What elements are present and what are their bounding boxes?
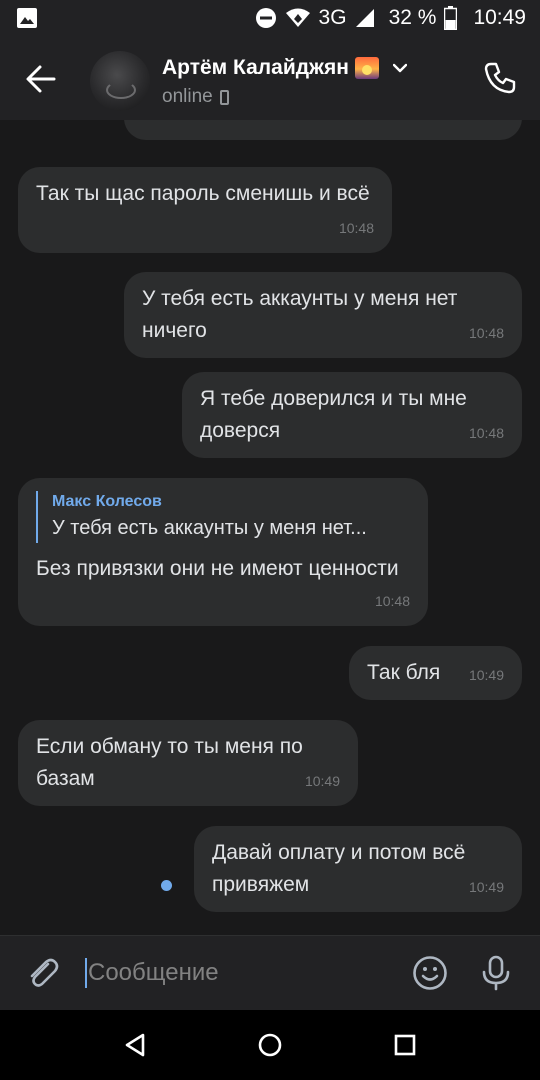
battery-percent: 32 % xyxy=(388,6,437,29)
clock: 10:49 xyxy=(473,6,526,29)
message-outgoing[interactable]: Давай оплату и потом всё привяжем 10:49 xyxy=(194,826,522,912)
message-time: 10:48 xyxy=(338,220,374,236)
contact-status: online xyxy=(162,86,229,108)
microphone-icon[interactable] xyxy=(478,954,514,992)
message-outgoing[interactable]: Так бля 10:49 xyxy=(349,646,522,700)
mobile-device-icon xyxy=(219,89,229,105)
circle-home-icon[interactable] xyxy=(253,1028,287,1062)
online-status: online xyxy=(162,86,213,107)
message-time: 10:48 xyxy=(374,593,410,609)
status-indicators: 3G 32 % 10:49 xyxy=(255,5,526,31)
status-bar: 3G 32 % 10:49 xyxy=(0,0,540,36)
contact-title[interactable]: Артём Калайджян xyxy=(162,56,407,80)
message-incoming[interactable]: Если обману то ты меня по базам 10:49 xyxy=(18,720,358,806)
message-time: 10:48 xyxy=(468,325,504,341)
cell-signal-icon xyxy=(355,9,374,27)
wifi-icon xyxy=(285,8,310,27)
reply-text: У тебя есть аккаунты у меня нет... xyxy=(52,517,367,539)
message-text: Если обману то ты меня по базам xyxy=(36,735,303,790)
message-incoming[interactable]: Так ты щас пароль сменишь и всё 10:48 xyxy=(18,167,392,253)
battery-icon xyxy=(444,6,458,30)
arrow-left-icon[interactable] xyxy=(24,62,58,96)
message-text: Я тебе доверился и ты мне доверся xyxy=(200,387,467,442)
chat-header: Артём Калайджян online xyxy=(0,36,540,120)
triangle-back-icon[interactable] xyxy=(118,1028,152,1062)
message-time: 10:49 xyxy=(468,667,504,683)
message-time: 10:48 xyxy=(468,425,504,441)
message-time: 10:48 xyxy=(469,120,504,131)
message-text: У тебя есть аккаунты у меня нет ничего xyxy=(142,287,458,342)
reply-quote[interactable]: Макс Колесов У тебя есть аккаунты у меня… xyxy=(36,491,410,543)
unread-indicator xyxy=(161,880,172,891)
message-composer xyxy=(0,935,540,1010)
phone-icon[interactable] xyxy=(482,60,518,96)
message-outgoing[interactable]: 10:48 xyxy=(124,120,522,140)
system-navigation-bar xyxy=(0,1010,540,1080)
sunset-emoji-icon xyxy=(354,57,379,79)
network-type: 3G xyxy=(318,6,347,29)
message-input[interactable] xyxy=(84,953,388,993)
message-list[interactable]: 10:48 Так ты щас пароль сменишь и всё 10… xyxy=(0,120,540,935)
message-text: Без привязки они не имеют ценности xyxy=(36,557,399,580)
square-recents-icon[interactable] xyxy=(388,1028,422,1062)
avatar[interactable] xyxy=(90,51,150,111)
reply-author: Макс Колесов xyxy=(52,493,162,510)
gallery-notification-icon xyxy=(17,8,37,28)
message-incoming-reply[interactable]: Макс Колесов У тебя есть аккаунты у меня… xyxy=(18,478,428,626)
do-not-disturb-icon xyxy=(255,8,276,28)
message-time: 10:49 xyxy=(468,879,504,895)
chat-screen: 3G 32 % 10:49 Артём Калайджян online Так… xyxy=(0,0,540,1080)
smile-icon[interactable] xyxy=(412,955,448,991)
message-text: Так ты щас пароль сменишь и всё xyxy=(36,182,370,205)
message-text: Давай оплату и потом всё привяжем xyxy=(212,841,466,896)
contact-name: Артём Калайджян xyxy=(162,56,349,79)
chevron-down-icon[interactable] xyxy=(392,63,407,73)
message-time: 10:49 xyxy=(304,773,340,789)
paperclip-icon[interactable] xyxy=(24,955,60,991)
message-outgoing[interactable]: Я тебе доверился и ты мне доверся 10:48 xyxy=(182,372,522,458)
message-outgoing[interactable]: У тебя есть аккаунты у меня нет ничего 1… xyxy=(124,272,522,358)
